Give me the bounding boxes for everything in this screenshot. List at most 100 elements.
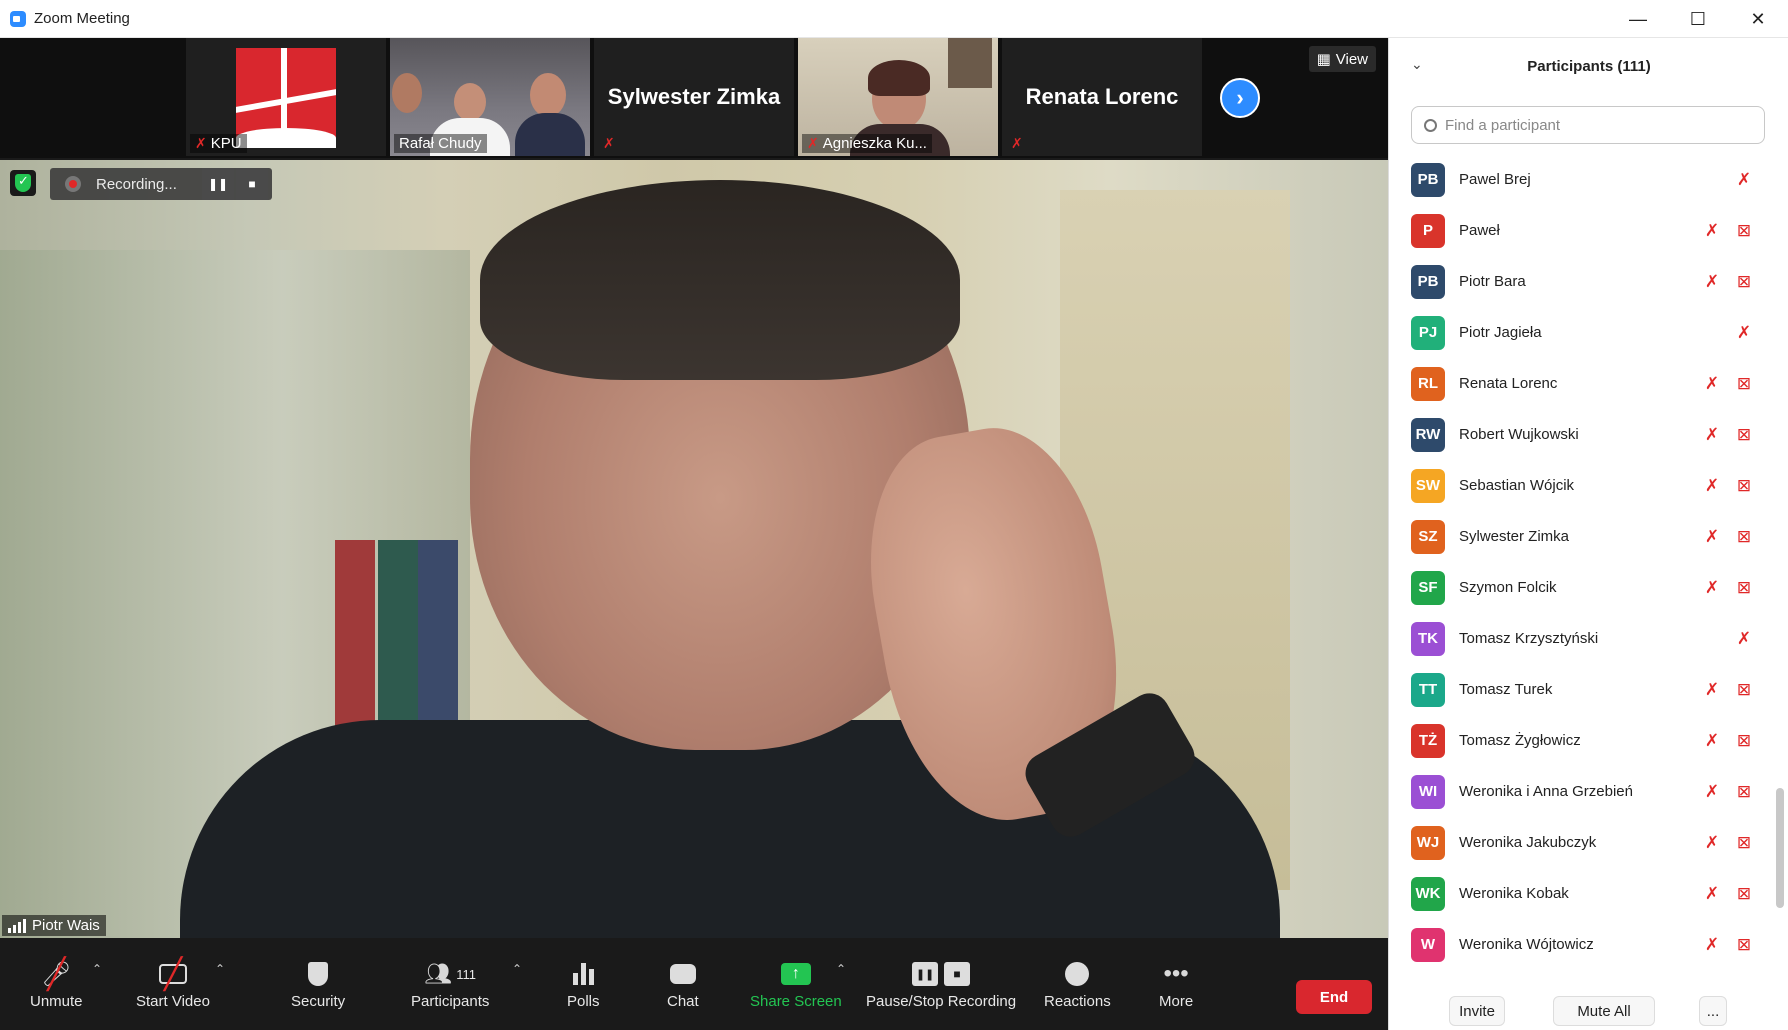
avatar: TŻ	[1411, 723, 1445, 758]
panel-title: Participants (111)	[1527, 57, 1651, 75]
participant-name: Weronika Jakubczyk	[1459, 834, 1597, 851]
mic-muted-icon: ✗	[1704, 220, 1720, 240]
start-video-button[interactable]: ╱ Start Video	[136, 958, 210, 1011]
avatar: WK	[1411, 876, 1445, 911]
audio-options-caret-icon[interactable]: ⌃	[92, 962, 102, 976]
participant-row[interactable]: RW Robert Wujkowski ✗ ⊠	[1389, 409, 1771, 460]
participant-name: Tomasz Turek	[1459, 681, 1553, 698]
participant-row[interactable]: P Paweł ✗ ⊠	[1389, 205, 1771, 256]
participant-name: Tomasz Krzysztyński	[1459, 630, 1599, 647]
participant-status-icons: ✗ ⊠	[1701, 935, 1755, 955]
zoom-app: Zoom Meeting — ☐ ✕ ✗ KPU Rafał Chudy Syl…	[0, 0, 1788, 1030]
participant-name: Sylwester Zimka	[1459, 528, 1570, 545]
pause-recording-button[interactable]: ❚❚	[202, 168, 234, 200]
minimize-button[interactable]: —	[1608, 0, 1668, 38]
participant-row[interactable]: TK Tomasz Krzysztyński ✗	[1389, 613, 1771, 664]
thumbnail-strip: ✗ KPU Rafał Chudy Sylwester Zimka ✗ ✗ Ag…	[0, 38, 1388, 158]
share-options-caret-icon[interactable]: ⌃	[836, 962, 846, 976]
thumbnail-renata-lorenc[interactable]: Renata Lorenc ✗	[1002, 38, 1202, 156]
share-screen-button[interactable]: ↑ Share Screen	[750, 958, 842, 1010]
participants-button[interactable]: 👥︎ 111 Participants	[411, 958, 489, 1010]
participant-status-icons: ✗ ⊠	[1701, 527, 1755, 547]
avatar: WJ	[1411, 825, 1445, 860]
stop-recording-button[interactable]: ■	[236, 168, 268, 200]
mic-muted-icon: ✗	[1704, 424, 1720, 444]
participant-status-icons: ✗ ⊠	[1701, 272, 1755, 292]
thumbnail-sylwester-zimka[interactable]: Sylwester Zimka ✗	[594, 38, 794, 156]
security-button[interactable]: Security	[291, 958, 345, 1010]
avatar: W	[1411, 927, 1445, 962]
maximize-button[interactable]: ☐	[1668, 0, 1728, 38]
avatar: P	[1411, 213, 1445, 248]
pause-stop-recording-button[interactable]: ❚❚ ■ Pause/Stop Recording	[866, 958, 1016, 1010]
mute-all-button[interactable]: Mute All	[1553, 996, 1655, 1026]
thumbnail-agnieszka[interactable]: ✗ Agnieszka Ku...	[798, 38, 998, 156]
participant-name: Sebastian Wójcik	[1459, 477, 1575, 494]
unmute-button[interactable]: 🎤︎ ╱ Unmute	[30, 958, 83, 1011]
mic-muted-icon: ✗	[1704, 679, 1720, 699]
participant-row[interactable]: WJ Weronika Jakubczyk ✗ ⊠	[1389, 817, 1771, 868]
participant-row[interactable]: TT Tomasz Turek ✗ ⊠	[1389, 664, 1771, 715]
mic-muted-icon: ✗	[1704, 475, 1720, 495]
search-icon	[1424, 118, 1437, 132]
participant-row[interactable]: PJ Piotr Jagieła ✗	[1389, 307, 1771, 358]
participant-row[interactable]: SZ Sylwester Zimka ✗ ⊠	[1389, 511, 1771, 562]
participant-row[interactable]: PB Pawel Brej ✗	[1389, 154, 1771, 205]
avatar: SW	[1411, 468, 1445, 503]
participant-row[interactable]: SF Szymon Folcik ✗ ⊠	[1389, 562, 1771, 613]
video-off-icon: ⊠	[1736, 271, 1752, 291]
kpu-logo	[236, 48, 336, 148]
encryption-shield-icon[interactable]	[10, 170, 36, 196]
view-button[interactable]: ▦ View	[1308, 46, 1376, 72]
panel-more-button[interactable]: ...	[1699, 996, 1727, 1026]
participant-name: Pawel Brej	[1459, 171, 1531, 188]
close-button[interactable]: ✕	[1728, 0, 1788, 38]
participant-row[interactable]: W Weronika Wójtowicz ✗ ⊠	[1389, 919, 1771, 970]
thumbnail-kpu[interactable]: ✗ KPU	[186, 38, 386, 156]
mic-muted-icon: ✗	[1704, 373, 1720, 393]
reactions-button[interactable]: Reactions	[1044, 958, 1111, 1010]
polls-button[interactable]: Polls	[567, 958, 600, 1010]
participant-row[interactable]: RL Renata Lorenc ✗ ⊠	[1389, 358, 1771, 409]
signal-bars-icon	[8, 918, 26, 933]
mic-muted-icon: ✗	[1011, 135, 1023, 151]
mic-muted-icon: ✗	[1704, 526, 1720, 546]
mic-muted-icon: ✗	[603, 135, 615, 151]
participant-status-icons: ✗	[1701, 323, 1755, 343]
participants-options-caret-icon[interactable]: ⌃	[512, 962, 522, 976]
participant-status-icons: ✗ ⊠	[1701, 221, 1755, 241]
thumbnail-rafal-chudy[interactable]: Rafał Chudy	[390, 38, 590, 156]
participant-row[interactable]: PB Piotr Bara ✗ ⊠	[1389, 256, 1771, 307]
search-input[interactable]	[1445, 116, 1745, 134]
chat-button[interactable]: Chat	[667, 958, 699, 1010]
mic-muted-icon: ✗	[1704, 781, 1720, 801]
avatar: PB	[1411, 264, 1445, 299]
video-off-icon: ⊠	[1736, 730, 1752, 750]
participant-row[interactable]: WK Weronika Kobak ✗ ⊠	[1389, 868, 1771, 919]
more-button[interactable]: ••• More	[1159, 958, 1193, 1010]
participant-name: Weronika Kobak	[1459, 885, 1569, 902]
participant-search[interactable]	[1411, 106, 1765, 144]
window-title: Zoom Meeting	[34, 10, 130, 27]
participant-row[interactable]: TŻ Tomasz Żygłowicz ✗ ⊠	[1389, 715, 1771, 766]
end-meeting-button[interactable]: End	[1296, 980, 1372, 1014]
panel-scrollbar[interactable]	[1776, 788, 1784, 908]
mic-muted-icon: ✗	[1704, 271, 1720, 291]
video-options-caret-icon[interactable]: ⌃	[215, 962, 225, 976]
invite-button[interactable]: Invite	[1449, 996, 1505, 1026]
avatar: RL	[1411, 366, 1445, 401]
participant-name: Piotr Bara	[1459, 273, 1526, 290]
recording-indicator: Recording... ❚❚ ■	[50, 168, 272, 200]
participant-row[interactable]: WI Weronika i Anna Grzebień ✗ ⊠	[1389, 766, 1771, 817]
participant-status-icons: ✗ ⊠	[1701, 578, 1755, 598]
participant-status-icons: ✗ ⊠	[1701, 476, 1755, 496]
avatar: PJ	[1411, 315, 1445, 350]
participant-row[interactable]: SW Sebastian Wójcik ✗ ⊠	[1389, 460, 1771, 511]
thumbnail-label: Rafał Chudy	[394, 134, 487, 153]
video-off-icon: ╱	[158, 958, 187, 991]
participant-list: PB Pawel Brej ✗ P Paweł ✗ ⊠ PB Piotr Bara ✗ ⊠ PJ Pio…	[1389, 154, 1771, 970]
next-page-button[interactable]: ›	[1220, 78, 1260, 118]
mic-muted-icon: ✗	[1736, 628, 1752, 648]
zoom-logo-icon	[10, 10, 26, 27]
participant-status-icons: ✗ ⊠	[1701, 425, 1755, 445]
